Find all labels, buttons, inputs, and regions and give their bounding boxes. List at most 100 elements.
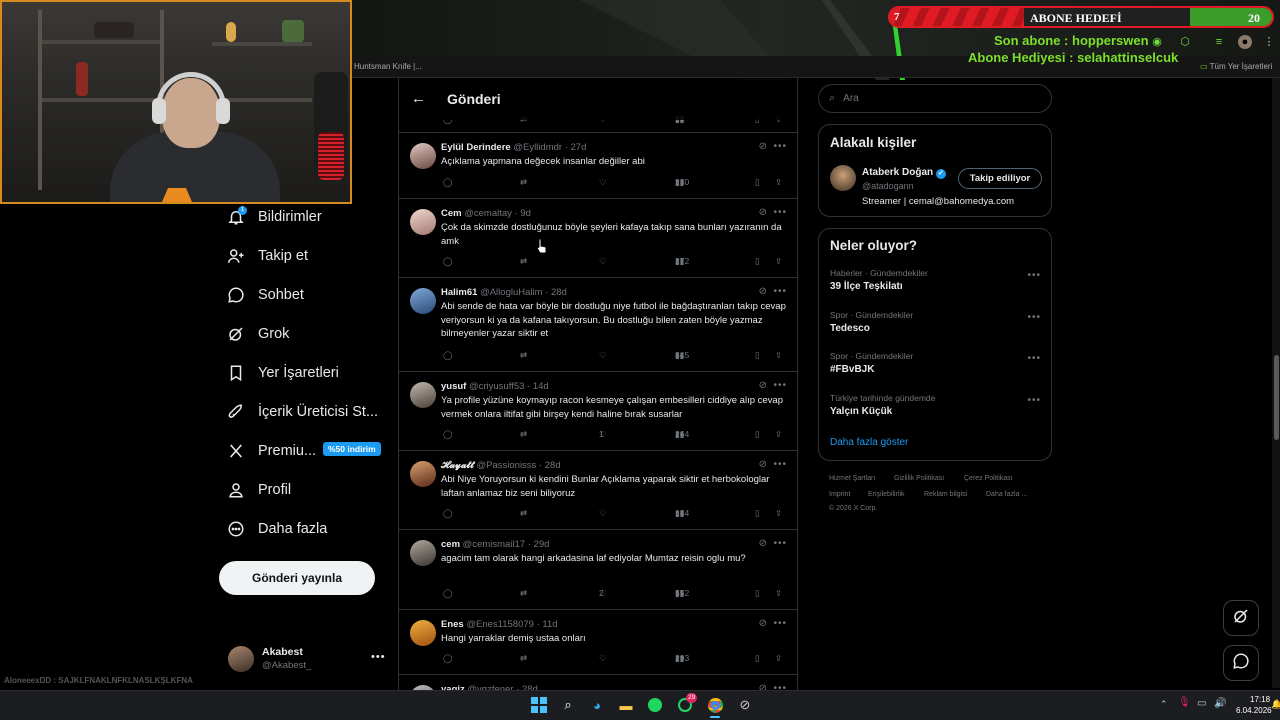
network-icon[interactable]: ▭ (1197, 698, 1206, 709)
microphone-icon[interactable]: 🎙 (1178, 697, 1191, 708)
bookmark-icon[interactable]: ▯ (755, 588, 760, 599)
footer-link[interactable]: Daha fazla ... (986, 491, 1027, 498)
sidebar-item-follow[interactable]: Takip et (226, 241, 308, 271)
avatar[interactable] (410, 540, 436, 566)
menu-dots-icon[interactable]: ⋮ (1262, 35, 1276, 49)
chevron-up-icon[interactable]: ⌃ (1160, 699, 1168, 710)
footer-link[interactable]: Çerez Politikası (964, 475, 1013, 482)
reply-tweet[interactable]: Enes @Enes1158079 · 11d ⊘ ••• Hangi yarrakl… (399, 610, 797, 675)
reply-icon[interactable]: ◯ (443, 256, 453, 267)
bookmark-icon[interactable]: ▯ (755, 508, 760, 519)
grok-explain-icon[interactable]: ⊘ (759, 618, 767, 629)
bookmark-icon[interactable]: ▯ (755, 256, 760, 267)
sidebar-item-chat[interactable]: Sohbet (226, 280, 304, 310)
tweet-age[interactable]: 29d (534, 539, 550, 550)
reply-icon[interactable]: ◯ (443, 508, 453, 519)
reply-tweet[interactable]: Halim61 @AllogluHalim · 28d ⊘ ••• Abi sende… (399, 278, 797, 372)
sidebar-item-grok[interactable]: Grok (226, 319, 289, 349)
share-icon[interactable]: ⇪ (775, 177, 782, 188)
volume-icon[interactable]: 🔊 (1214, 698, 1226, 709)
edge-icon[interactable]: ◕ (588, 696, 606, 714)
tweet-author-handle[interactable]: @Passionisss (477, 460, 537, 471)
tweet-age[interactable]: 14d (533, 381, 549, 392)
tweet-author-name[interactable]: Cem (441, 208, 462, 219)
reply-tweet[interactable]: Eylül Derindere @Eyllidmdr · 27d ⊘ ••• Açık… (399, 133, 797, 199)
tweet-author-name[interactable]: cem (441, 539, 460, 550)
clock-time[interactable]: 17:18 (1250, 695, 1270, 704)
share-icon[interactable]: ⇪ (775, 508, 782, 519)
grok-floating-button[interactable] (1223, 600, 1259, 636)
extension-icon[interactable]: ◉ (1150, 35, 1164, 49)
more-options-icon[interactable]: ••• (773, 618, 787, 629)
grok-explain-icon[interactable]: ⊘ (759, 141, 767, 152)
trend-more-icon[interactable]: ••• (1027, 312, 1041, 323)
profile-avatar-icon[interactable]: ● (1238, 35, 1252, 49)
reading-list-icon[interactable]: ≡ (1212, 35, 1226, 49)
share-icon[interactable]: ⇪ (775, 256, 782, 267)
more-options-icon[interactable]: ••• (773, 538, 787, 549)
bookmark-icon[interactable]: ▯ (755, 653, 760, 664)
footer-link[interactable]: Erişilebilirlik (868, 491, 905, 498)
search-icon[interactable]: ⌕ (559, 696, 577, 714)
tweet-author-name[interactable]: Halim61 (441, 287, 477, 298)
avatar[interactable] (410, 382, 436, 408)
reply-tweet[interactable]: Cem @cemaltay · 9d ⊘ ••• Çok da skimzde dos… (399, 199, 797, 278)
more-options-icon[interactable]: ••• (773, 286, 787, 297)
avatar[interactable] (228, 646, 254, 672)
grok-explain-icon[interactable]: ⊘ (759, 380, 767, 391)
tweet-author-name[interactable]: Eylül Derindere (441, 142, 511, 153)
trend-more-icon[interactable]: ••• (1027, 353, 1041, 364)
following-button[interactable]: Takip ediliyor (958, 168, 1042, 189)
post-button[interactable]: Gönderi yayınla (219, 561, 375, 595)
reply-icon[interactable]: ◯ (443, 588, 453, 599)
grok-explain-icon[interactable]: ⊘ (759, 286, 767, 297)
tweet-author-handle[interactable]: @cemaltay (464, 208, 512, 219)
reply-tweet[interactable]: cem @cemismail17 · 29d ⊘ ••• agacim tam ola… (399, 530, 797, 610)
all-bookmarks[interactable]: ▭ Tüm Yer İşaretleri (1200, 62, 1272, 71)
related-name[interactable]: Ataberk Doğan ✓ (862, 167, 946, 179)
tweet-author-handle[interactable]: @AllogluHalim (480, 287, 542, 298)
file-explorer-icon[interactable]: ▬ (617, 696, 635, 714)
grok-explain-icon[interactable]: ⊘ (759, 459, 767, 470)
share-icon[interactable]: ⇪ (775, 588, 782, 599)
sidebar-item-profile[interactable]: Profil (226, 475, 291, 505)
tweet-age[interactable]: 28d (551, 287, 567, 298)
tweet-author-handle[interactable]: @Eyllidmdr (513, 142, 562, 153)
reply-icon[interactable]: ◯ (443, 653, 453, 664)
tweet-author-name[interactable]: 𝓗𝓪𝔂𝓪𝓽𝓽 (441, 460, 474, 471)
share-icon[interactable]: ⇪ (775, 350, 782, 361)
show-more-link[interactable]: Daha fazla göster (830, 437, 908, 448)
retweet-icon[interactable]: ⇄ (520, 256, 527, 267)
notification-bell-icon[interactable]: 🔔 (1271, 699, 1280, 710)
puzzle-icon[interactable]: ⬡ (1178, 35, 1192, 49)
sidebar-item-bookmarks[interactable]: Yer İşaretleri (226, 358, 339, 388)
more-options-icon[interactable]: ••• (773, 459, 787, 470)
retweet-icon[interactable]: ⇄ (520, 588, 527, 599)
reply-tweet[interactable]: 𝓗𝓪𝔂𝓪𝓽𝓽 @Passionisss · 28d ⊘ ••• Abi Niye Yo… (399, 451, 797, 530)
tweet-age[interactable]: 9d (520, 208, 531, 219)
share-icon[interactable]: ⇪ (775, 653, 782, 664)
back-arrow-icon[interactable]: ← (411, 90, 426, 107)
retweet-icon[interactable]: ⇄ (520, 177, 527, 188)
grok-app-icon[interactable]: ⊘ (736, 696, 754, 714)
avatar[interactable] (410, 620, 436, 646)
retweet-icon[interactable]: ⇄ (520, 508, 527, 519)
sidebar-item-more[interactable]: Daha fazla (226, 514, 327, 544)
trend-more-icon[interactable]: ••• (1027, 270, 1041, 281)
search-input[interactable]: ⌕ Ara (818, 84, 1052, 113)
tweet-author-handle[interactable]: @criyusuff53 (469, 381, 524, 392)
tweet-author-handle[interactable]: @Enes1158079 (466, 619, 534, 630)
tweet-age[interactable]: 27d (571, 142, 587, 153)
grok-explain-icon[interactable]: ⊘ (759, 207, 767, 218)
retweet-icon[interactable]: ⇄ (520, 350, 527, 361)
sidebar-item-creator-studio[interactable]: İçerik Üreticisi St... (226, 397, 378, 427)
clock-date[interactable]: 6.04.2026 (1236, 706, 1272, 715)
reply-icon[interactable]: ◯ (443, 429, 453, 440)
retweet-icon[interactable]: ⇄ (520, 429, 527, 440)
more-options-icon[interactable]: ••• (773, 207, 787, 218)
reply-icon[interactable]: ◯ (443, 350, 453, 361)
footer-link[interactable]: Imprint (829, 491, 850, 498)
footer-link[interactable]: Gizlilik Politikası (894, 475, 944, 482)
windows-start-icon[interactable] (530, 696, 548, 714)
bookmark-icon[interactable]: ▯ (755, 350, 760, 361)
